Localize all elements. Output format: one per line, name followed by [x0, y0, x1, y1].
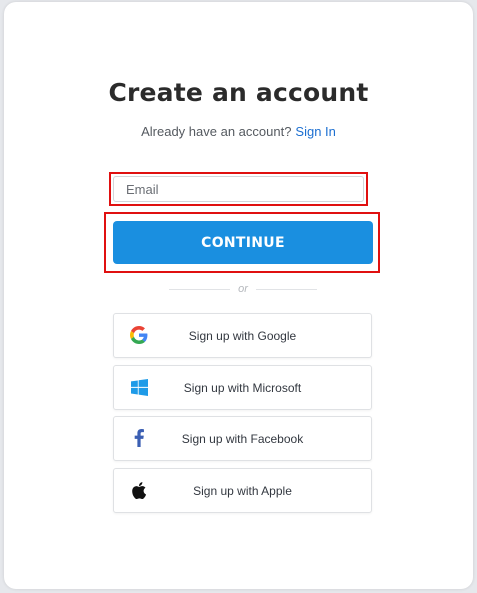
microsoft-signup-label: Sign up with Microsoft: [183, 380, 302, 395]
apple-signup-button[interactable]: Sign up with Apple: [113, 468, 372, 513]
facebook-signup-label: Sign up with Facebook: [181, 431, 304, 446]
page-title: Create an account: [108, 78, 369, 107]
google-signup-label: Sign up with Google: [188, 328, 297, 343]
continue-button[interactable]: CONTINUE: [113, 221, 373, 264]
or-divider: or: [169, 281, 317, 297]
continue-button-highlight: CONTINUE: [104, 212, 380, 273]
signup-card: Create an account Already have an accoun…: [4, 2, 473, 589]
email-field[interactable]: [113, 176, 364, 202]
sign-in-link[interactable]: Sign In: [295, 124, 335, 139]
email-field-highlight: [109, 172, 368, 206]
divider-line-right: [255, 288, 317, 290]
signin-prompt: Already have an account? Sign In: [4, 124, 473, 139]
signin-prompt-text: Already have an account?: [141, 124, 292, 139]
google-signup-button[interactable]: Sign up with Google: [113, 313, 372, 358]
facebook-signup-button[interactable]: Sign up with Facebook: [113, 416, 372, 461]
or-text: or: [238, 283, 248, 295]
apple-signup-label: Sign up with Apple: [193, 483, 292, 498]
divider-line-left: [169, 288, 231, 290]
microsoft-signup-button[interactable]: Sign up with Microsoft: [113, 365, 372, 410]
